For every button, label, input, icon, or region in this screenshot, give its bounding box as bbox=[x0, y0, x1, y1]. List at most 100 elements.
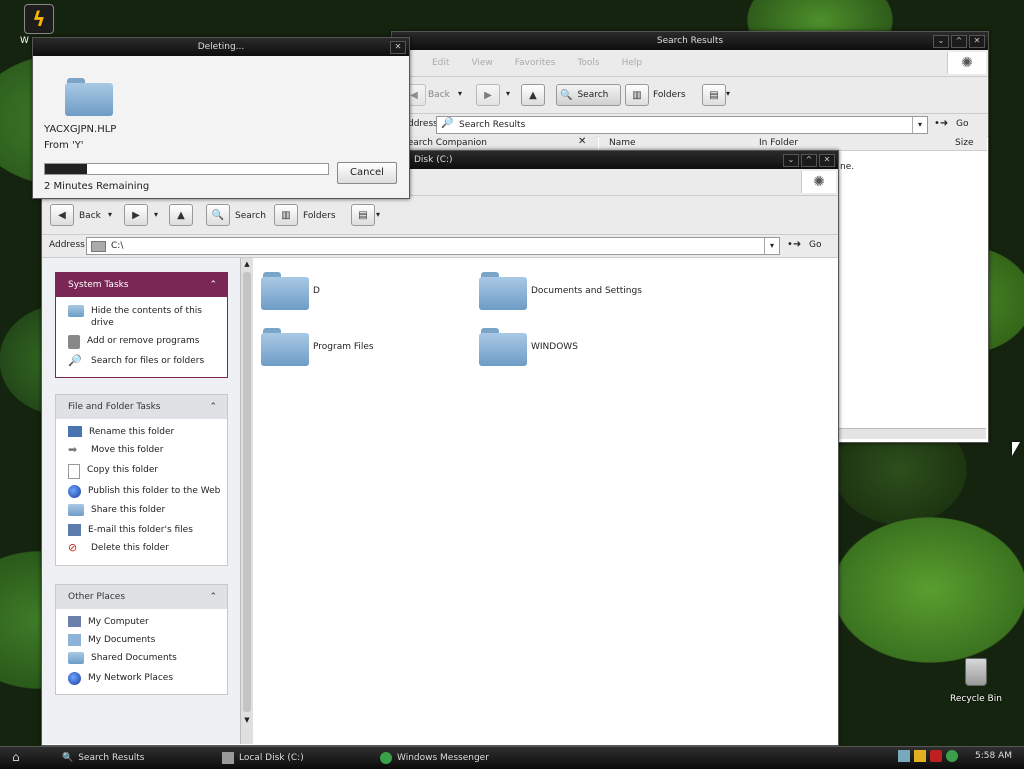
views-button[interactable]: ▤ bbox=[702, 84, 726, 106]
start-home-icon[interactable]: ⌂ bbox=[12, 750, 20, 764]
scroll-thumb[interactable] bbox=[243, 272, 251, 712]
search-button[interactable]: 🔍 Search bbox=[556, 84, 621, 106]
back-button[interactable]: ◀ bbox=[50, 204, 74, 226]
folder-item-program-files[interactable]: Program Files bbox=[261, 328, 374, 366]
chevron-down-icon[interactable]: ▾ bbox=[154, 210, 158, 219]
task-email-files[interactable]: E-mail this folder's files bbox=[56, 521, 227, 539]
address-value: Search Results bbox=[459, 120, 526, 130]
chevron-down-icon[interactable]: ▾ bbox=[376, 210, 380, 219]
go-button[interactable]: Go bbox=[809, 240, 821, 250]
menu-help[interactable]: Help bbox=[622, 58, 643, 68]
search-icon[interactable]: 🔍 bbox=[206, 204, 230, 226]
task-share-folder[interactable]: Share this folder bbox=[56, 501, 227, 521]
menu-favorites[interactable]: Favorites bbox=[515, 58, 556, 68]
antivirus-shield-icon[interactable] bbox=[930, 750, 942, 762]
place-my-computer[interactable]: My Computer bbox=[56, 613, 227, 631]
collapse-icon[interactable]: ⌃ bbox=[209, 395, 217, 419]
task-rename-folder[interactable]: Rename this folder bbox=[56, 423, 227, 441]
menu-view[interactable]: View bbox=[471, 58, 492, 68]
folder-icon bbox=[261, 328, 309, 366]
recycle-bin-desktop-icon[interactable]: Recycle Bin bbox=[946, 656, 1006, 706]
close-icon[interactable]: ✕ bbox=[578, 136, 586, 147]
horizontal-scrollbar[interactable] bbox=[838, 428, 986, 439]
task-search-files[interactable]: 🔎 Search for files or folders bbox=[56, 352, 227, 372]
network-icon[interactable] bbox=[898, 750, 910, 762]
place-label: My Documents bbox=[88, 635, 156, 645]
up-folder-button[interactable]: ▲ bbox=[169, 204, 193, 226]
place-network[interactable]: My Network Places bbox=[56, 669, 227, 688]
forward-button[interactable]: ▶ bbox=[124, 204, 148, 226]
close-button[interactable]: ✕ bbox=[390, 41, 406, 54]
minimize-button[interactable]: ⌄ bbox=[783, 154, 799, 167]
chevron-down-icon[interactable]: ▾ bbox=[726, 89, 730, 98]
menu-edit[interactable]: Edit bbox=[432, 58, 449, 68]
mouse-cursor-icon bbox=[1012, 442, 1020, 456]
folder-item-d[interactable]: D bbox=[261, 272, 320, 310]
maximize-button[interactable]: ^ bbox=[801, 154, 817, 167]
column-size[interactable]: Size bbox=[955, 138, 973, 148]
folder-item-documents-and-settings[interactable]: Documents and Settings bbox=[479, 272, 642, 310]
column-in-folder[interactable]: In Folder bbox=[759, 138, 798, 148]
scroll-up-arrow[interactable]: ▲ bbox=[241, 258, 253, 270]
maximize-button[interactable]: ^ bbox=[951, 35, 967, 48]
folders-icon[interactable]: ▥ bbox=[274, 204, 298, 226]
taskbar-item-windows-messenger[interactable]: Windows Messenger bbox=[380, 750, 489, 766]
cancel-button[interactable]: Cancel bbox=[337, 162, 397, 184]
forward-button[interactable]: ▶ bbox=[476, 84, 500, 106]
up-folder-button[interactable]: ▲ bbox=[521, 84, 545, 106]
clock[interactable]: 5:58 AM bbox=[975, 751, 1012, 761]
chevron-down-icon[interactable]: ▾ bbox=[108, 210, 112, 219]
go-arrow-icon[interactable]: •➜ bbox=[787, 239, 801, 250]
place-my-documents[interactable]: My Documents bbox=[56, 631, 227, 649]
scroll-down-arrow[interactable]: ▼ bbox=[241, 714, 253, 726]
deleting-from-text: From 'Y' bbox=[44, 140, 84, 151]
search-icon: 🔍 bbox=[62, 753, 74, 763]
task-delete-folder[interactable]: ⊘ Delete this folder bbox=[56, 539, 227, 559]
computer-icon bbox=[68, 616, 81, 627]
close-button[interactable]: ✕ bbox=[969, 35, 985, 48]
messenger-tray-icon[interactable] bbox=[946, 750, 958, 762]
chevron-down-icon[interactable]: ▾ bbox=[458, 89, 462, 98]
folders-label[interactable]: Folders bbox=[303, 211, 336, 221]
security-shield-icon[interactable] bbox=[914, 750, 926, 762]
task-hide-contents[interactable]: Hide the contents of this drive bbox=[56, 302, 227, 332]
place-shared-documents[interactable]: Shared Documents bbox=[56, 649, 227, 669]
menu-tools[interactable]: Tools bbox=[577, 58, 599, 68]
system-tasks-header[interactable]: System Tasks ⌃ bbox=[56, 273, 227, 297]
deleting-dialog-titlebar[interactable]: Deleting... ✕ bbox=[33, 38, 409, 56]
go-arrow-icon[interactable]: •➜ bbox=[934, 118, 948, 129]
chevron-down-icon[interactable]: ▾ bbox=[506, 89, 510, 98]
email-icon bbox=[68, 524, 81, 536]
search-label: Search bbox=[577, 90, 609, 100]
address-dropdown[interactable]: ▾ bbox=[912, 117, 927, 133]
go-button[interactable]: Go bbox=[956, 119, 968, 129]
search-window-titlebar[interactable]: Search Results ⌄ ^ ✕ bbox=[392, 32, 988, 50]
close-button[interactable]: ✕ bbox=[819, 154, 835, 167]
collapse-icon[interactable]: ⌃ bbox=[209, 273, 217, 297]
column-name[interactable]: Name bbox=[609, 138, 636, 148]
task-pane-scrollbar[interactable]: ▲ ▼ bbox=[240, 258, 253, 744]
task-move-folder[interactable]: ➡ Move this folder bbox=[56, 441, 227, 461]
place-label: Shared Documents bbox=[91, 653, 177, 663]
deleting-folder-icon bbox=[65, 78, 113, 116]
address-dropdown[interactable]: ▾ bbox=[764, 238, 779, 254]
minimize-button[interactable]: ⌄ bbox=[933, 35, 949, 48]
search-companion-header: Search Companion ✕ bbox=[392, 136, 598, 151]
task-publish-web[interactable]: Publish this folder to the Web bbox=[56, 482, 227, 501]
folders-label[interactable]: Folders bbox=[653, 90, 686, 100]
folders-icon[interactable]: ▥ bbox=[625, 84, 649, 106]
views-button[interactable]: ▤ bbox=[351, 204, 375, 226]
task-add-remove-programs[interactable]: Add or remove programs bbox=[56, 332, 227, 352]
address-field[interactable]: C:\ ▾ bbox=[86, 237, 780, 255]
taskbar-item-search-results[interactable]: 🔍 Search Results bbox=[62, 750, 145, 766]
taskbar-item-local-disk[interactable]: Local Disk (C:) bbox=[222, 750, 304, 766]
collapse-icon[interactable]: ⌃ bbox=[209, 585, 217, 609]
folder-item-windows[interactable]: WINDOWS bbox=[479, 328, 578, 366]
task-copy-folder[interactable]: Copy this folder bbox=[56, 461, 227, 482]
search-icon: 🔎 bbox=[441, 118, 454, 129]
other-places-header[interactable]: Other Places ⌃ bbox=[56, 585, 227, 609]
file-folder-tasks-header[interactable]: File and Folder Tasks ⌃ bbox=[56, 395, 227, 419]
search-label[interactable]: Search bbox=[235, 211, 266, 221]
back-label[interactable]: Back bbox=[79, 211, 101, 221]
address-field[interactable]: 🔎 Search Results ▾ bbox=[436, 116, 928, 134]
